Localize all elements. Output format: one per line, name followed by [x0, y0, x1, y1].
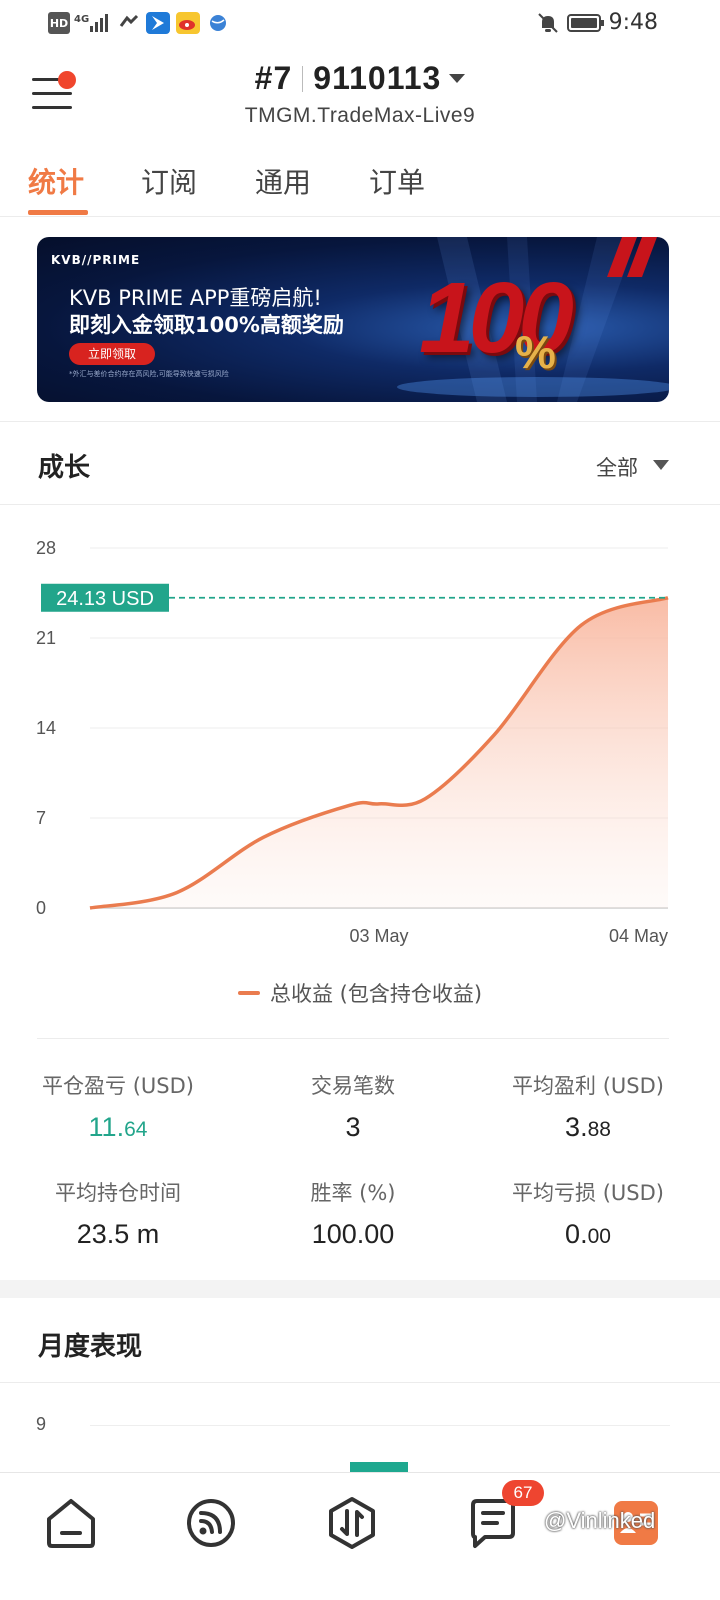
tab-orders[interactable]: 订单	[369, 161, 425, 201]
promo-banner[interactable]: KVB//PRIME KVB PRIME APP重磅启航! 即刻入金领取100%…	[37, 237, 669, 402]
stat-label: 交易笔数	[311, 1074, 395, 1098]
stat-value-main: 3.	[565, 1112, 588, 1142]
growth-range-selector[interactable]: 全部	[596, 452, 638, 482]
menu-icon-bar	[32, 92, 72, 95]
section-separator	[0, 1280, 720, 1298]
stat-label: 平均亏损 (USD)	[512, 1181, 664, 1205]
active-tab-indicator	[28, 210, 88, 215]
mute-bell-icon	[536, 12, 560, 34]
x-tick-label: 03 May	[349, 926, 408, 946]
stat-label: 胜率 (%)	[310, 1181, 396, 1205]
series-area-fill	[90, 597, 668, 908]
banner-disclaimer: *外汇与差价合约存在高风险,可能导致快速亏损风险	[69, 370, 229, 378]
divider	[37, 1038, 669, 1039]
stat-value-main: 11.	[88, 1112, 125, 1142]
stat-value-decimal: 00	[587, 1225, 611, 1248]
account-number: 9110113	[313, 60, 442, 96]
stat-value-main: 23.5 m	[76, 1219, 160, 1249]
hd-icon: HD	[48, 12, 70, 34]
app-icon-blue	[146, 12, 170, 34]
messages-badge: 67	[502, 1480, 544, 1506]
stat-value-decimal: 88	[587, 1118, 611, 1141]
stat-label: 平仓盈亏 (USD)	[42, 1074, 194, 1098]
stat-value: 3.88	[478, 1112, 698, 1143]
notification-dot	[58, 71, 76, 89]
signal-4g-icon: 4G	[74, 12, 114, 34]
growth-chart: 0 7 14 21 28 24.13 USD 03 May 04 May	[36, 538, 669, 946]
separator	[302, 66, 304, 92]
current-value-label: 24.13 USD	[56, 588, 154, 610]
tab-general[interactable]: 通用	[255, 161, 311, 201]
tab-bar: 统计 订阅 通用 订单	[0, 155, 720, 217]
chart-legend: 总收益 (包含持仓收益)	[0, 978, 720, 1008]
signal-icon[interactable]	[181, 1493, 241, 1553]
stat-label: 平均持仓时间	[55, 1181, 181, 1205]
stat-value: 23.5 m	[8, 1219, 228, 1250]
stat-label: 平均盈利 (USD)	[512, 1074, 664, 1098]
y-tick-label: 21	[36, 628, 56, 648]
caret-down-icon	[449, 74, 466, 83]
legend-label: 总收益 (包含持仓收益)	[269, 982, 483, 1006]
tab-statistics[interactable]: 统计	[28, 161, 84, 201]
stat-win-rate: 胜率 (%) 100.00	[243, 1177, 463, 1250]
divider	[0, 504, 720, 505]
account-selector[interactable]: #7 9110113	[160, 60, 560, 97]
stat-value-main: 0.	[565, 1219, 588, 1249]
caret-down-icon[interactable]	[653, 460, 669, 470]
menu-icon-bar	[32, 106, 72, 109]
x-tick-label: 04 May	[609, 926, 668, 946]
banner-cta-button[interactable]: 立即领取	[69, 343, 155, 365]
monthly-title: 月度表现	[38, 1332, 143, 1362]
divider	[0, 1382, 720, 1383]
monthly-y-tick: 9	[36, 1414, 47, 1434]
stat-avg-holding-time: 平均持仓时间 23.5 m	[8, 1177, 228, 1250]
monthly-gridline	[90, 1425, 670, 1426]
stat-avg-profit: 平均盈利 (USD) 3.88	[478, 1070, 698, 1143]
battery-icon	[566, 12, 606, 34]
banner-percent-graphic: %	[515, 326, 556, 378]
stat-value: 11.64	[8, 1112, 228, 1143]
y-tick-label: 28	[36, 538, 56, 558]
tab-subscribe[interactable]: 订阅	[141, 161, 197, 201]
banner-subheadline: 即刻入金领取100%高额奖励	[69, 313, 344, 337]
home-icon[interactable]	[41, 1493, 101, 1553]
y-tick-label: 14	[36, 718, 56, 738]
stat-value-decimal: 64	[124, 1118, 148, 1141]
account-prefix: #7	[254, 60, 293, 96]
stat-avg-loss: 平均亏损 (USD) 0.00	[478, 1177, 698, 1250]
stat-value-main: 100.00	[311, 1219, 395, 1249]
stat-trade-count: 交易笔数 3	[243, 1070, 463, 1143]
status-bar: HD 4G 9:48	[0, 0, 720, 48]
account-server: TMGM.TradeMax-Live9	[244, 104, 476, 127]
divider	[0, 421, 720, 422]
watermark: @Vinlinked	[544, 1508, 656, 1533]
wifi-call-icon	[118, 12, 140, 34]
stat-value-main: 3	[345, 1112, 361, 1142]
weibo-icon	[176, 12, 200, 34]
clock-time: 9:48	[608, 10, 658, 35]
stat-value: 0.00	[478, 1219, 698, 1250]
legend-swatch	[237, 991, 260, 995]
net-label: 4G	[74, 14, 89, 25]
y-tick-label: 0	[36, 898, 46, 918]
globe-icon	[207, 12, 229, 34]
bottom-navigation	[0, 1472, 720, 1600]
banner-brand-logo: KVB//PRIME	[51, 253, 141, 267]
x-axis: 03 May 04 May	[349, 926, 668, 946]
stat-value: 3	[243, 1112, 463, 1143]
y-tick-label: 7	[36, 808, 46, 828]
growth-title: 成长	[38, 453, 91, 483]
stat-closed-pnl: 平仓盈亏 (USD) 11.64	[8, 1070, 228, 1143]
trade-icon[interactable]	[322, 1493, 382, 1553]
banner-headline: KVB PRIME APP重磅启航!	[69, 286, 322, 310]
menu-button[interactable]	[30, 70, 78, 118]
stat-value: 100.00	[243, 1219, 463, 1250]
